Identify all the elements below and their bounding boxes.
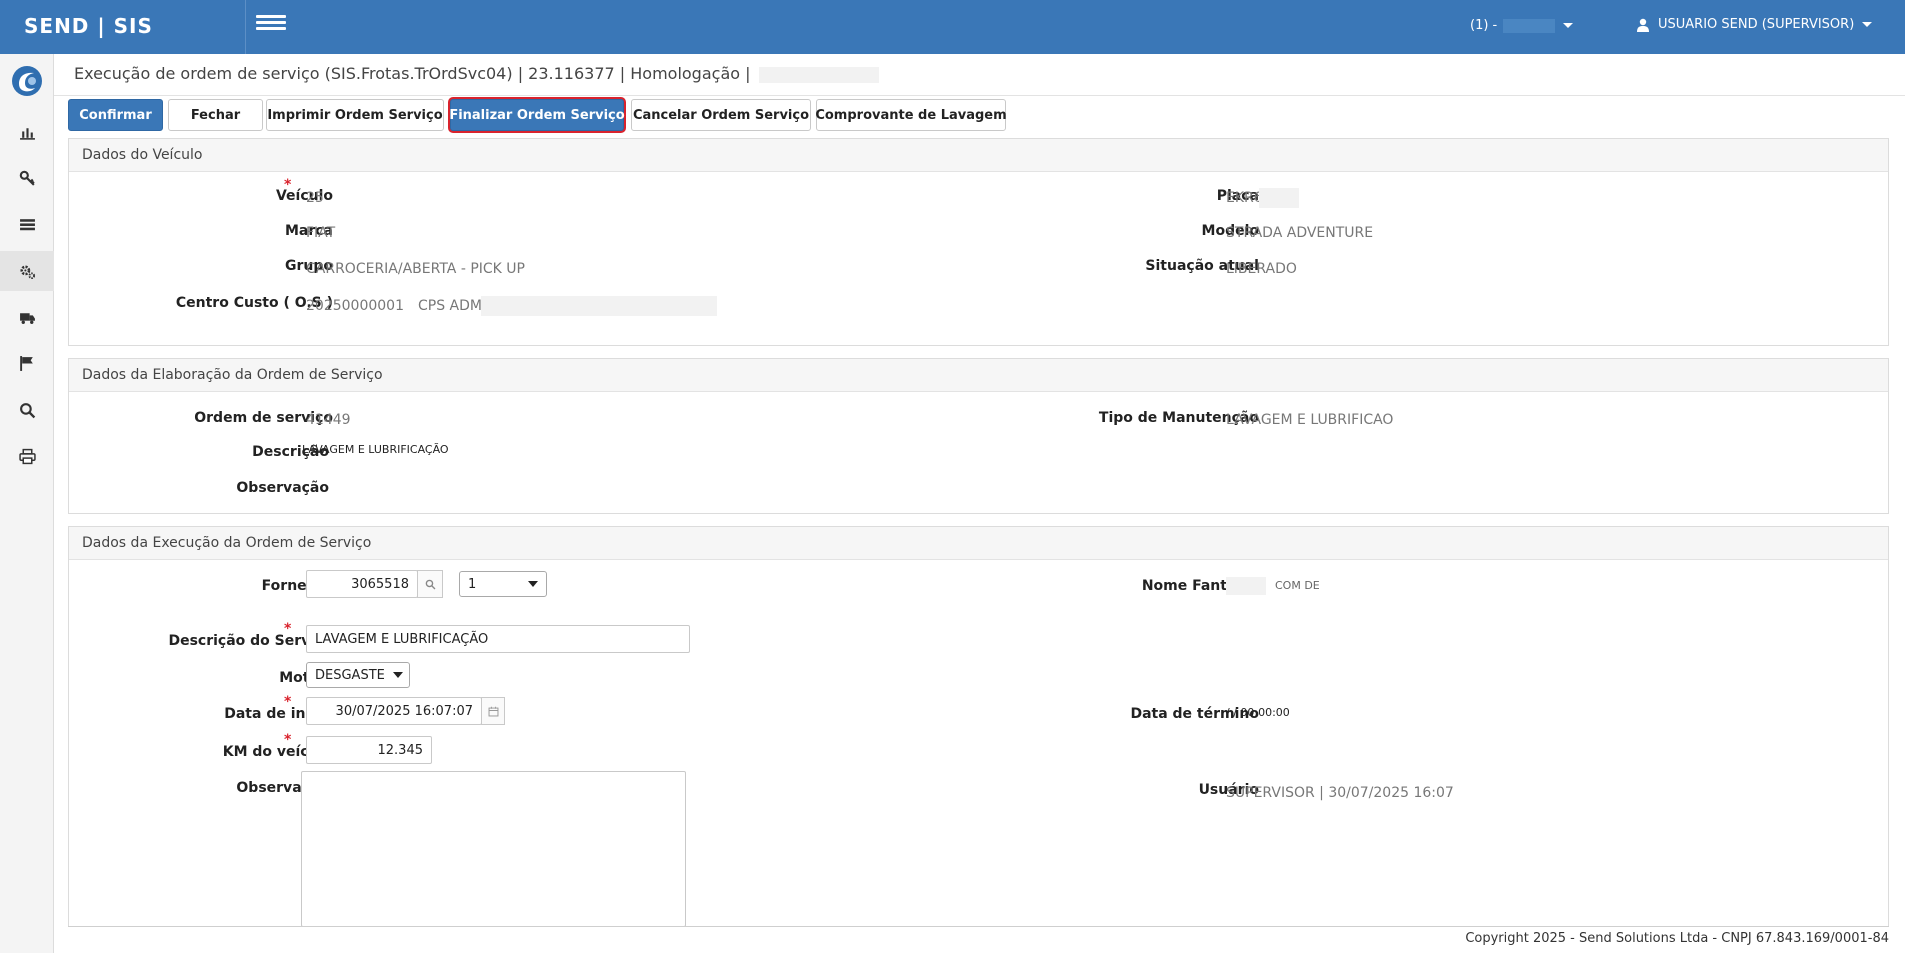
group-value: CARROCERIA/ABERTA - PICK UP [306, 261, 525, 277]
print-order-button[interactable]: Imprimir Ordem Serviço [266, 99, 444, 131]
chevron-down-icon [1563, 23, 1574, 28]
description-value: LAVAGEM E LUBRIFICAÇÃO [302, 443, 449, 456]
sidebar [0, 54, 54, 953]
end-date-value: / / 00:00:00 [1226, 706, 1290, 719]
confirm-button[interactable]: Confirmar [68, 99, 163, 131]
footer-copyright: Copyright 2025 - Send Solutions Ltda - C… [1465, 931, 1889, 946]
sidebar-item-print[interactable] [0, 436, 54, 476]
key-icon [19, 170, 35, 186]
elaboration-panel: Dados da Elaboração da Ordem de Serviço … [68, 358, 1889, 514]
supplier-code-input[interactable]: 3065518 [306, 570, 418, 598]
menu-toggle-icon[interactable] [256, 12, 286, 38]
sidebar-item-access[interactable] [0, 158, 54, 198]
chevron-down-icon [528, 581, 538, 587]
redacted-cost-center [481, 296, 717, 316]
page-title-text: Execução de ordem de serviço (SIS.Frotas… [74, 64, 751, 83]
supplier-lookup-button[interactable] [417, 570, 443, 598]
service-description-input[interactable]: LAVAGEM E LUBRIFICAÇÃO [306, 625, 690, 653]
user-value: SUPERVISOR | 30/07/2025 16:07 [1226, 785, 1454, 801]
search-icon [19, 402, 35, 418]
title-divider [54, 95, 1905, 96]
wash-receipt-button[interactable]: Comprovante de Lavagem [815, 99, 1007, 131]
brand-logo[interactable]: SEND | SIS [24, 14, 153, 38]
calendar-button[interactable] [481, 697, 505, 725]
supplier-branch-select[interactable]: 1 [459, 571, 547, 597]
page-title: Execução de ordem de serviço (SIS.Frotas… [74, 64, 879, 83]
vehicle-value: 25 [306, 190, 324, 206]
vehicle-panel: Dados do Veículo Veículo * 25 Marca FIAT… [68, 138, 1889, 346]
reason-value: DESGASTE [315, 667, 385, 683]
cost-center-code: 20250000001 [306, 298, 404, 314]
finish-order-button[interactable]: Finalizar Ordem Serviço [449, 99, 625, 131]
chevron-down-icon [392, 672, 403, 678]
user-menu[interactable]: USUARIO SEND (SUPERVISOR) [1636, 17, 1873, 32]
company-label: (1) - [1470, 18, 1498, 33]
plate-value: EKR6 [1226, 190, 1263, 206]
redacted-environment [758, 66, 879, 83]
required-marker: * [284, 621, 292, 637]
execution-panel: Dados da Execução da Ordem de Serviço Fo… [68, 526, 1889, 927]
status-value: LIBERADO [1226, 261, 1297, 277]
bar-chart-icon [19, 127, 35, 140]
top-bar: SEND | SIS (1) - USUARIO SEND (SUPERVISO… [0, 0, 1905, 54]
company-selector[interactable]: (1) - [1470, 18, 1574, 33]
sidebar-item-search[interactable] [0, 390, 54, 430]
redacted-trade-name [1226, 577, 1266, 595]
elaboration-notes-label: Observação [236, 480, 329, 496]
execution-panel-heading: Dados da Execução da Ordem de Serviço [69, 527, 1888, 560]
required-marker: * [284, 177, 292, 193]
chevron-down-icon [1862, 22, 1873, 27]
close-button[interactable]: Fechar [168, 99, 263, 131]
vehicle-km-input[interactable]: 12.345 [306, 736, 432, 764]
execution-notes-textarea[interactable] [301, 771, 686, 927]
search-icon [425, 579, 435, 589]
trade-name-value: COM DE [1275, 579, 1320, 592]
calendar-icon [488, 706, 498, 716]
brand-divider [245, 0, 246, 54]
start-date-input[interactable]: 30/07/2025 16:07:07 [306, 697, 482, 725]
truck-icon [19, 312, 35, 324]
list-icon [19, 218, 35, 230]
required-marker: * [284, 732, 292, 748]
user-name: USUARIO SEND (SUPERVISOR) [1658, 17, 1855, 32]
sidebar-item-reports[interactable] [0, 112, 54, 152]
sidebar-item-fleet[interactable] [0, 297, 54, 337]
model-value: STRADA ADVENTURE [1226, 225, 1374, 241]
reason-select[interactable]: DESGASTE [306, 662, 410, 688]
sidebar-item-operations[interactable] [0, 251, 54, 291]
redacted-plate [1259, 188, 1299, 208]
print-icon [18, 448, 36, 464]
gears-icon [19, 265, 35, 279]
sidebar-item-tracking[interactable] [0, 343, 54, 383]
sidebar-item-registers[interactable] [0, 204, 54, 244]
cancel-order-button[interactable]: Cancelar Ordem Serviço [631, 99, 811, 131]
brand-value: FIAT [306, 225, 336, 241]
cost-center-name: CPS ADM [418, 298, 482, 314]
user-icon [1637, 18, 1649, 32]
footer-divider [68, 926, 1889, 927]
vehicle-panel-heading: Dados do Veículo [69, 139, 1888, 172]
app-logo-icon[interactable] [10, 64, 44, 98]
flag-icon [19, 355, 33, 371]
maintenance-type-value: LAVAGEM E LUBRIFICAO [1226, 412, 1394, 428]
required-marker: * [284, 694, 292, 710]
supplier-branch-value: 1 [468, 576, 477, 592]
order-number-value: 41449 [306, 412, 351, 428]
redacted-company [1503, 18, 1556, 33]
elaboration-panel-heading: Dados da Elaboração da Ordem de Serviço [69, 359, 1888, 392]
